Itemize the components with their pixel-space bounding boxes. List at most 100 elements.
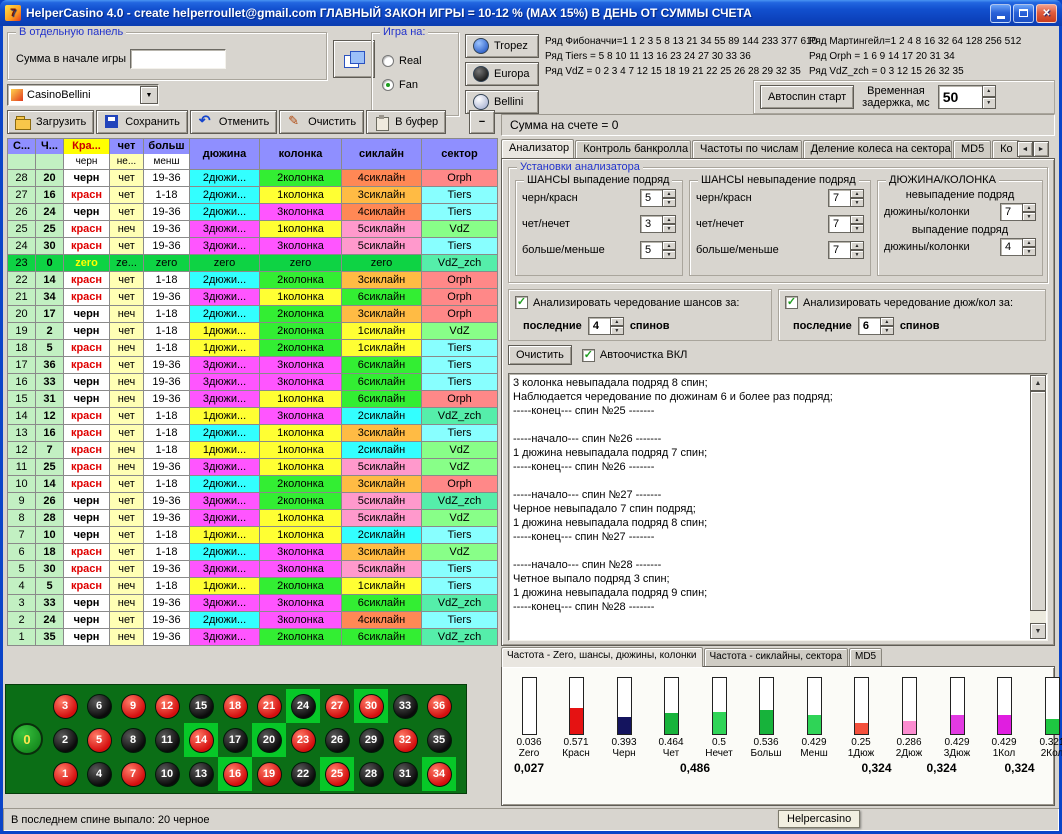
scroll-up-button[interactable]: ▲ <box>1030 375 1046 391</box>
table-row[interactable]: 2134краснчет19-363дюжи...1колонка6сиклай… <box>8 289 498 306</box>
spinner-up-button[interactable]: ▲ <box>982 85 996 97</box>
roulette-number-27[interactable]: 27 <box>320 689 354 723</box>
roulette-number-33[interactable]: 33 <box>388 689 422 723</box>
number-spinner[interactable]: 4▲▼ <box>1000 238 1036 256</box>
tab-2[interactable]: Контроль банкролла <box>575 140 691 158</box>
roulette-number-14[interactable]: 14 <box>184 723 218 757</box>
toolbar-button-clipboard[interactable]: В буфер <box>366 110 446 134</box>
table-row[interactable]: 2214краснчет1-182дюжи...2колонка3сиклайн… <box>8 272 498 289</box>
number-spinner[interactable]: 7▲▼ <box>828 241 864 259</box>
autospin-start-button[interactable]: Автоспин старт <box>760 85 854 109</box>
spinner-down-button[interactable]: ▼ <box>982 97 996 109</box>
toolbar-button-clear[interactable]: Очистить <box>279 110 364 134</box>
roulette-number-30[interactable]: 30 <box>354 689 388 723</box>
spinner-down-button[interactable]: ▼ <box>850 250 864 259</box>
collapse-button[interactable]: − <box>469 110 495 134</box>
spinner-up-button[interactable]: ▲ <box>662 215 676 224</box>
number-spinner[interactable]: 5▲▼ <box>640 241 676 259</box>
roulette-number-0[interactable]: 0 <box>11 723 43 755</box>
table-row[interactable]: 1531черннеч19-363дюжи...1колонка6сиклайн… <box>8 391 498 408</box>
table-row[interactable]: 2716краснчет1-182дюжи...1колонка3сиклайн… <box>8 187 498 204</box>
roulette-number-32[interactable]: 32 <box>388 723 422 757</box>
minimize-button[interactable] <box>990 4 1011 23</box>
roulette-number-35[interactable]: 35 <box>422 723 456 757</box>
roulette-number-31[interactable]: 31 <box>388 757 422 791</box>
table-row[interactable]: 2525красннеч19-363дюжи...1колонка5сиклай… <box>8 221 498 238</box>
spinner-up-button[interactable]: ▲ <box>1022 238 1036 247</box>
casino-button-tropez[interactable]: Tropez <box>465 34 539 58</box>
table-row[interactable]: 192чернчет1-181дюжи...2колонка1сиклайнVd… <box>8 323 498 340</box>
roulette-number-6[interactable]: 6 <box>82 689 116 723</box>
delay-spinner[interactable]: 50 ▲ ▼ <box>938 85 996 109</box>
roulette-number-4[interactable]: 4 <box>82 757 116 791</box>
roulette-number-1[interactable]: 1 <box>48 757 82 791</box>
spinner-up-button[interactable]: ▲ <box>662 241 676 250</box>
roulette-number-17[interactable]: 17 <box>218 723 252 757</box>
casino-combobox[interactable]: CasinoBellini ▼ <box>7 84 159 106</box>
roulette-number-15[interactable]: 15 <box>184 689 218 723</box>
spinner-down-button[interactable]: ▼ <box>850 198 864 207</box>
table-row[interactable]: 618краснчет1-182дюжи...3колонка3сиклайнV… <box>8 544 498 561</box>
table-row[interactable]: 2820чернчет19-362дюжи...2колонка4сиклайн… <box>8 170 498 187</box>
spinner-up-button[interactable]: ▲ <box>850 189 864 198</box>
table-row[interactable]: 530краснчет19-363дюжи...3колонка5сиклайн… <box>8 561 498 578</box>
roulette-number-20[interactable]: 20 <box>252 723 286 757</box>
tab-2[interactable]: Частота - сиклайны, сектора <box>704 648 848 666</box>
table-row[interactable]: 333черннеч19-363дюжи...3колонка6сиклайнV… <box>8 595 498 612</box>
radio-fan[interactable]: Fan <box>382 79 418 91</box>
number-spinner[interactable]: 4▲▼ <box>588 317 624 335</box>
roulette-number-3[interactable]: 3 <box>48 689 82 723</box>
autoclear-checkbox[interactable]: Автоочистка ВКЛ <box>582 349 687 362</box>
number-spinner[interactable]: 6▲▼ <box>858 317 894 335</box>
roulette-number-9[interactable]: 9 <box>116 689 150 723</box>
roulette-number-5[interactable]: 5 <box>82 723 116 757</box>
table-row[interactable]: 1736краснчет19-363дюжи...3колонка6сиклай… <box>8 357 498 374</box>
table-row[interactable]: 185красннеч1-181дюжи...2колонка1сиклайнT… <box>8 340 498 357</box>
spinner-up-button[interactable]: ▲ <box>610 317 624 326</box>
table-row[interactable]: 2430краснчет19-363дюжи...3колонка5сиклай… <box>8 238 498 255</box>
number-spinner[interactable]: 7▲▼ <box>828 215 864 233</box>
table-row[interactable]: 45красннеч1-181дюжи...2колонка1сиклайнTi… <box>8 578 498 595</box>
roulette-number-24[interactable]: 24 <box>286 689 320 723</box>
roulette-number-18[interactable]: 18 <box>218 689 252 723</box>
tab-4[interactable]: Деление колеса на сектора <box>803 140 952 158</box>
tab-scroll-left[interactable]: ◄ <box>1017 141 1033 157</box>
spinner-up-button[interactable]: ▲ <box>880 317 894 326</box>
casino-button-europa[interactable]: Europa <box>465 62 539 86</box>
roulette-number-36[interactable]: 36 <box>422 689 456 723</box>
roulette-number-8[interactable]: 8 <box>116 723 150 757</box>
alt-chances-checkbox[interactable]: Анализировать чередование шансов за: <box>515 296 739 309</box>
table-row[interactable]: 230zeroze...zerozerozerozeroVdZ_zch <box>8 255 498 272</box>
roulette-number-7[interactable]: 7 <box>116 757 150 791</box>
table-row[interactable]: 2624чернчет19-362дюжи...3колонка4сиклайн… <box>8 204 498 221</box>
roulette-number-13[interactable]: 13 <box>184 757 218 791</box>
tab-scroll-right[interactable]: ► <box>1033 141 1049 157</box>
tab-3[interactable]: MD5 <box>849 648 882 666</box>
roulette-number-25[interactable]: 25 <box>320 757 354 791</box>
table-row[interactable]: 1125красннеч19-363дюжи...1колонка5сиклай… <box>8 459 498 476</box>
spinner-up-button[interactable]: ▲ <box>850 241 864 250</box>
spinner-down-button[interactable]: ▼ <box>662 224 676 233</box>
spinner-up-button[interactable]: ▲ <box>1022 203 1036 212</box>
number-spinner[interactable]: 5▲▼ <box>640 189 676 207</box>
scrollbar-thumb[interactable] <box>1030 391 1046 611</box>
table-row[interactable]: 127красннеч1-181дюжи...1колонка2сиклайнV… <box>8 442 498 459</box>
table-row[interactable]: 1014краснчет1-182дюжи...2колонка3сиклайн… <box>8 476 498 493</box>
spinner-down-button[interactable]: ▼ <box>850 224 864 233</box>
table-row[interactable]: 926чернчет19-363дюжи...2колонка5сиклайнV… <box>8 493 498 510</box>
log-scrollbar[interactable]: ▲ ▼ <box>1030 375 1046 639</box>
roulette-number-21[interactable]: 21 <box>252 689 286 723</box>
roulette-number-16[interactable]: 16 <box>218 757 252 791</box>
spinner-down-button[interactable]: ▼ <box>1022 247 1036 256</box>
toolbar-button-open-folder[interactable]: Загрузить <box>7 110 94 134</box>
spinner-down-button[interactable]: ▼ <box>662 250 676 259</box>
table-row[interactable]: 135черннеч19-363дюжи...2колонка6сиклайнV… <box>8 629 498 646</box>
roulette-number-12[interactable]: 12 <box>150 689 184 723</box>
roulette-number-26[interactable]: 26 <box>320 723 354 757</box>
tab-3[interactable]: Частоты по числам <box>692 140 802 158</box>
table-row[interactable]: 828чернчет19-363дюжи...1колонка5сиклайнV… <box>8 510 498 527</box>
spinner-down-button[interactable]: ▼ <box>880 326 894 335</box>
roulette-number-28[interactable]: 28 <box>354 757 388 791</box>
roulette-number-2[interactable]: 2 <box>48 723 82 757</box>
radio-real[interactable]: Real <box>382 55 422 67</box>
